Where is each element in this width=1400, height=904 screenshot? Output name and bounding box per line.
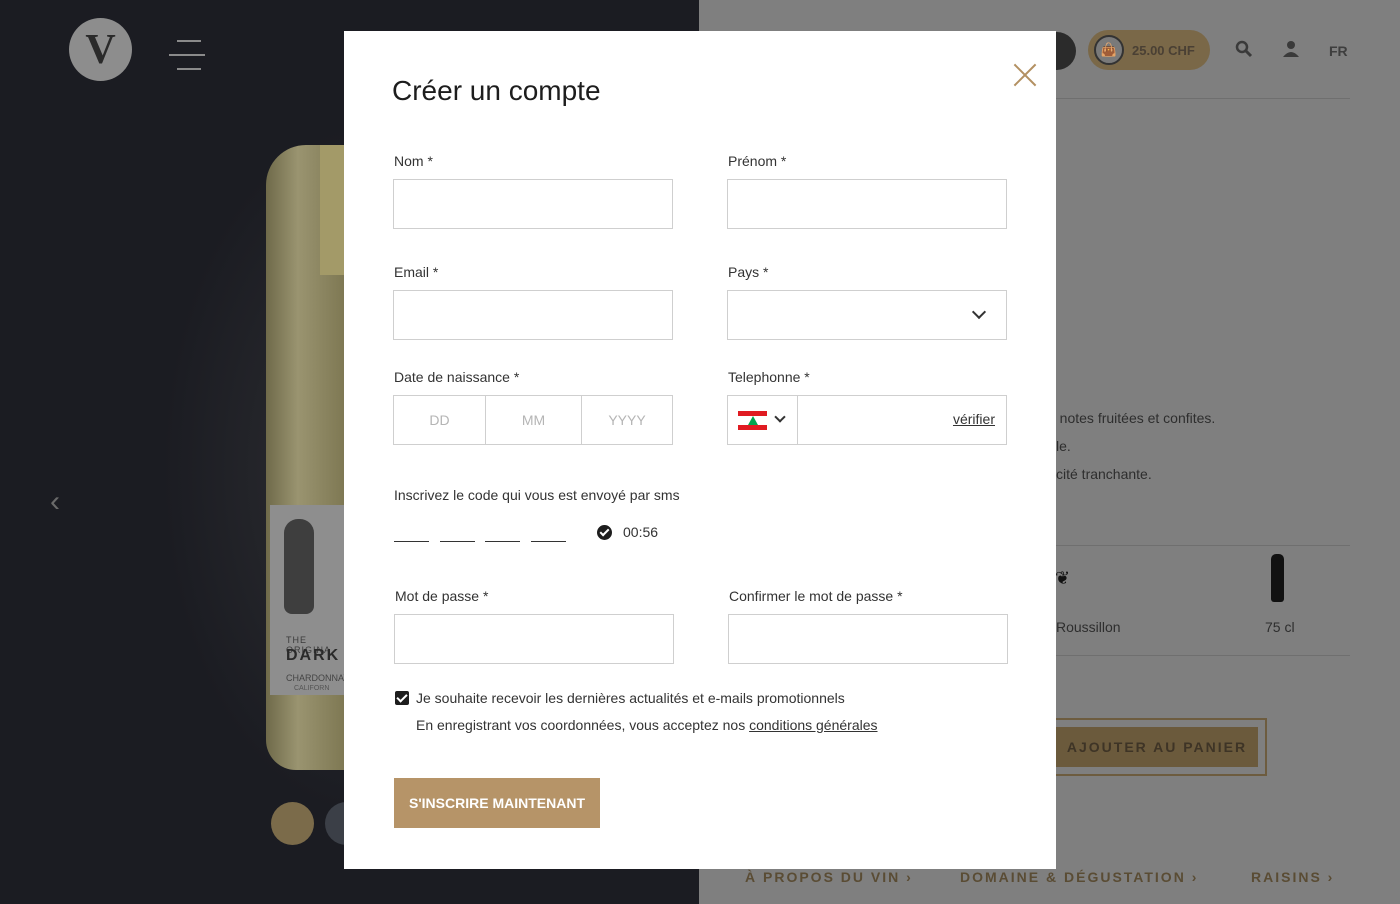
chevron-down-icon [971,304,987,320]
sms-timer: 00:56 [623,524,659,540]
sms-code-digit[interactable] [531,526,566,542]
verify-link[interactable]: vérifier [953,411,995,427]
prenom-input[interactable] [728,180,1006,228]
bag-icon: 👜 [1094,35,1124,65]
bottle-label-line2: DARK [286,647,341,664]
sms-code-digit[interactable] [485,526,520,542]
bottle-label-line4: CALIFORN [294,685,330,692]
telephone-label: Telephonne * [728,369,810,385]
close-icon[interactable] [1011,61,1039,89]
add-to-cart-label: AJOUTER AU PANIER [1066,739,1248,755]
search-icon[interactable] [1235,40,1253,63]
terms-text: En enregistrant vos coordonnées, vous ac… [416,717,878,733]
nom-label: Nom * [394,153,433,169]
pays-select[interactable] [727,290,1007,340]
bottle-icon [1271,554,1284,602]
confirm-password-input[interactable] [729,615,1007,663]
cart-amount: 25.00 CHF [1132,42,1195,58]
carousel-prev-icon[interactable]: ‹ [50,485,60,519]
info-divider [1056,545,1350,546]
create-account-modal: Créer un compte Nom * Prénom * Email * P… [344,31,1056,869]
email-label: Email * [394,264,439,280]
telephone-field: vérifier [727,395,1007,445]
chevron-down-icon [774,411,786,423]
confirm-password-label: Confirmer le mot de passe * [729,588,903,604]
user-icon[interactable] [1282,40,1300,63]
nom-input[interactable] [394,180,672,228]
menu-icon[interactable] [169,40,205,70]
wine-description-line: le. [1056,438,1071,454]
cart-button[interactable]: 👜 25.00 CHF [1088,30,1210,70]
info-divider [1056,655,1350,656]
modal-title: Créer un compte [392,75,601,106]
pays-label: Pays * [728,264,769,280]
tab-grapes[interactable]: RAISINS › [1251,869,1334,885]
sms-code-digit[interactable] [440,526,475,542]
wine-bottle-image: THE ORIGINA DARK CHARDONNAY CALIFORN [266,145,350,770]
newsletter-label: Je souhaite recevoir les dernières actua… [416,690,845,706]
tab-domain-tasting[interactable]: DOMAINE & DÉGUSTATION › [960,869,1198,885]
email-input[interactable] [394,291,672,339]
sms-code-digit[interactable] [394,526,429,542]
terms-link[interactable]: conditions générales [749,717,877,733]
region-icon: ❦ [1055,568,1071,588]
dob-label: Date de naissance * [394,369,520,385]
logo-letter: V [85,26,116,73]
email-field[interactable] [393,290,673,340]
region-label: Roussillon [1056,619,1121,635]
password-label: Mot de passe * [395,588,489,604]
dob-year-input[interactable]: YYYY [582,396,672,444]
horse-logo-icon [284,519,314,614]
prenom-field[interactable] [727,179,1007,229]
bottle-label-line3: CHARDONNAY [286,673,350,683]
language-switcher[interactable]: FR [1329,43,1348,59]
prenom-label: Prénom * [728,153,787,169]
nom-field[interactable] [393,179,673,229]
site-logo[interactable]: V [69,18,132,81]
signup-button[interactable]: S'INSCRIRE MAINTENANT [394,778,600,828]
country-code-select[interactable] [728,396,798,444]
wine-description-line: cité tranchante. [1056,466,1152,482]
wine-description-line: e notes fruitées et confites. [1048,410,1216,426]
volume-label: 75 cl [1265,619,1295,635]
sms-code-label: Inscrivez le code qui vous est envoyé pa… [394,487,680,503]
check-circle-icon [597,525,612,540]
password-input[interactable] [395,615,673,663]
dob-field: DD MM YYYY [393,395,673,445]
tab-about-wine[interactable]: À PROPOS DU VIN › [745,869,913,885]
lebanon-flag-icon [738,411,767,430]
terms-prefix: En enregistrant vos coordonnées, vous ac… [416,717,750,733]
product-thumbnail[interactable] [271,802,314,845]
password-field[interactable] [394,614,674,664]
header-divider [1056,98,1350,99]
add-to-cart-button[interactable]: AJOUTER AU PANIER [1056,727,1258,767]
dob-day-input[interactable]: DD [394,396,486,444]
newsletter-checkbox[interactable] [395,691,409,705]
confirm-password-field[interactable] [728,614,1008,664]
dob-month-input[interactable]: MM [486,396,582,444]
